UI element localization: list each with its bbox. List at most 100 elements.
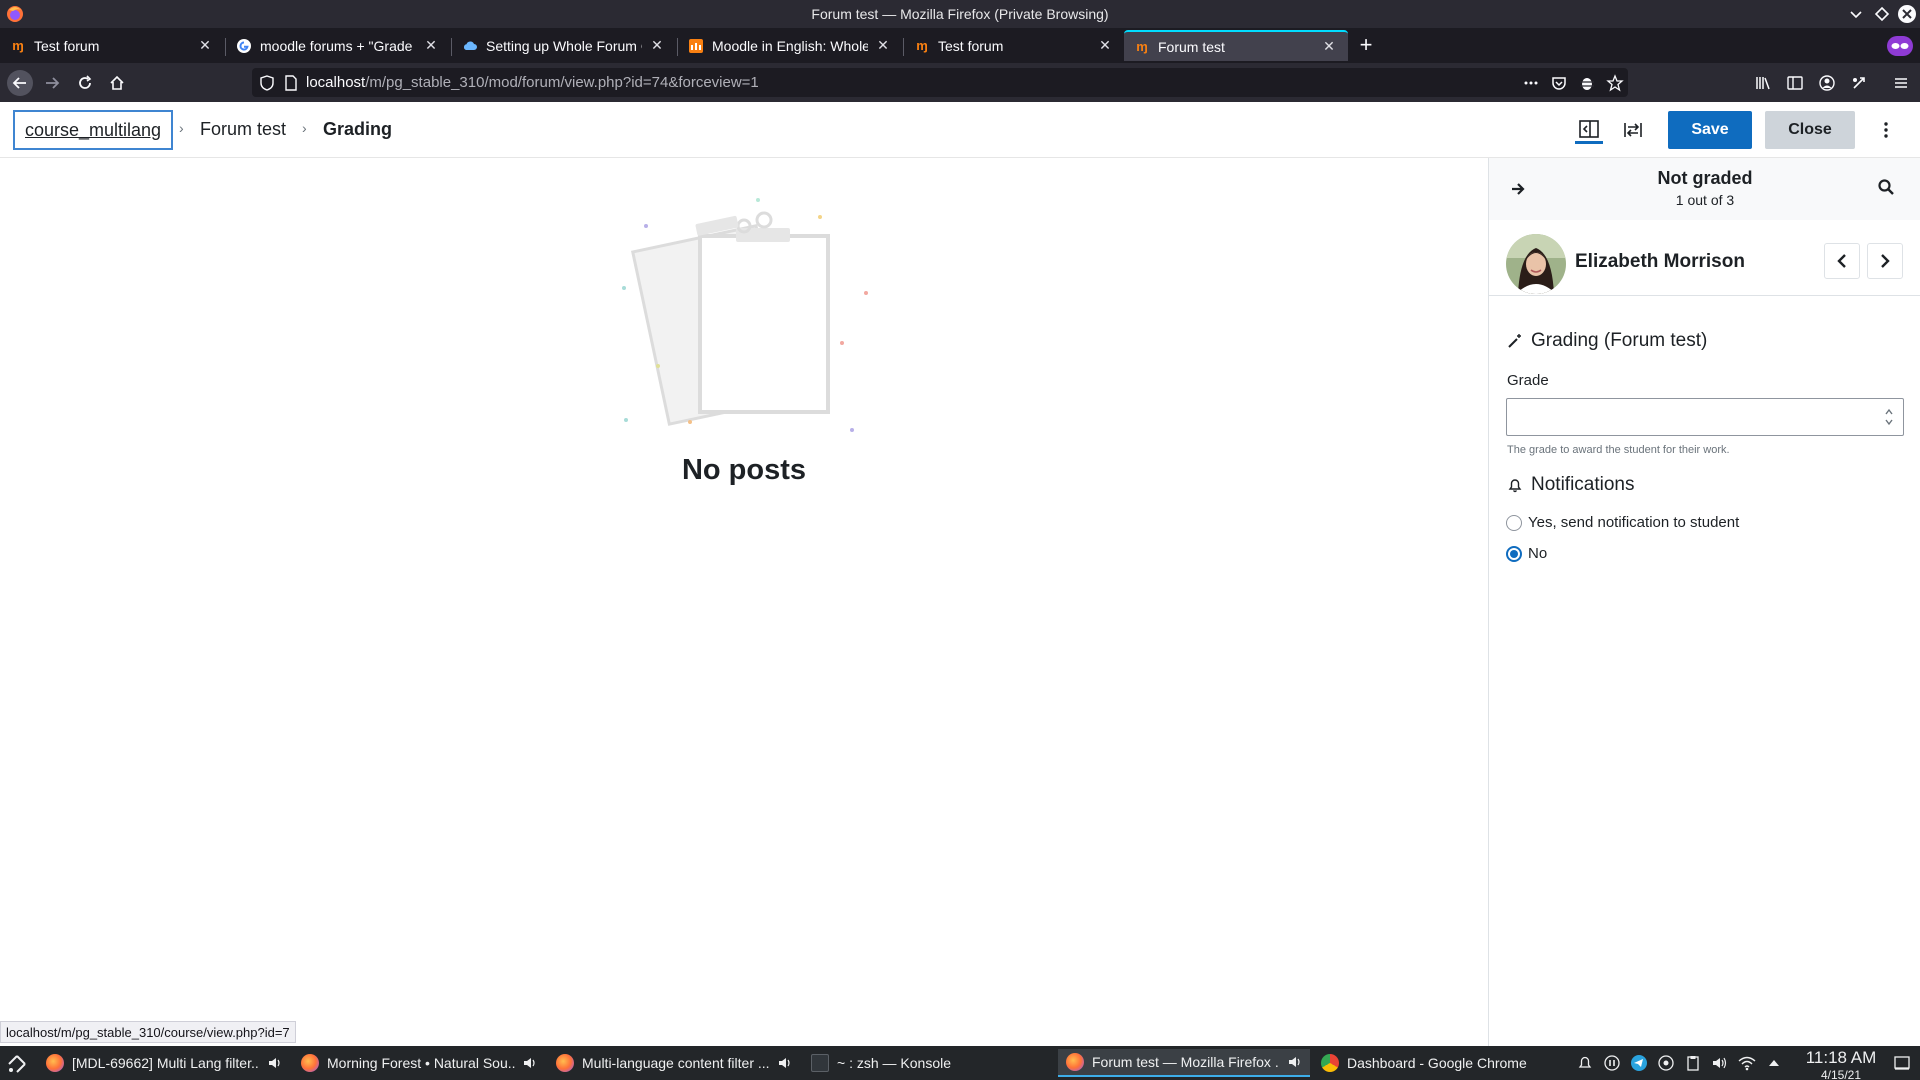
- tab-close-icon[interactable]: ✕: [422, 37, 440, 55]
- tab-label: Test forum: [34, 37, 100, 54]
- task-label: [MDL-69662] Multi Lang filter...: [72, 1055, 260, 1071]
- sidebar-toggle-icon[interactable]: [1782, 70, 1808, 96]
- wifi-icon[interactable]: [1738, 1054, 1756, 1072]
- browser-tab[interactable]: ɱ Test forum ✕: [904, 30, 1124, 61]
- task-item[interactable]: Dashboard - Google Chrome: [1313, 1049, 1565, 1077]
- url-bar[interactable]: localhost/m/pg_stable_310/mod/forum/view…: [252, 68, 1628, 97]
- task-label: Multi-language content filter ...: [582, 1055, 770, 1071]
- expand-grader-view-icon[interactable]: [1619, 116, 1647, 144]
- next-user-button[interactable]: [1867, 243, 1903, 279]
- grading-status-bar: Not graded 1 out of 3: [1489, 158, 1920, 220]
- grader-header: course_multilang › Forum test › Grading …: [0, 102, 1920, 158]
- page-info-icon[interactable]: [282, 74, 300, 92]
- tab-strip: ɱ Test forum ✕ moodle forums + "Grade u …: [0, 28, 1920, 63]
- tracking-shield-icon[interactable]: [258, 74, 276, 92]
- browser-tab-active[interactable]: ɱ Forum test ✕: [1124, 30, 1348, 61]
- show-desktop-icon[interactable]: [1893, 1054, 1911, 1072]
- number-stepper-icon[interactable]: [1883, 405, 1895, 429]
- speaker-icon[interactable]: [523, 1056, 537, 1070]
- radio-unchecked[interactable]: [1506, 514, 1522, 531]
- cloud-icon: [462, 38, 478, 54]
- extension-bug-icon[interactable]: [1578, 74, 1596, 92]
- chevron-left-icon: [1837, 254, 1846, 268]
- avatar: [1506, 234, 1566, 294]
- task-item[interactable]: Multi-language content filter ...: [548, 1049, 800, 1077]
- speaker-icon[interactable]: [778, 1056, 792, 1070]
- radio-checked[interactable]: [1506, 545, 1522, 562]
- sync-icon[interactable]: [1657, 1054, 1675, 1072]
- browser-tab[interactable]: Moodle in English: Whole F ✕: [678, 30, 902, 61]
- grading-status: Not graded: [1657, 168, 1753, 188]
- firefox-icon: [1066, 1053, 1084, 1071]
- status-link-preview: localhost/m/pg_stable_310/course/view.ph…: [0, 1021, 296, 1043]
- search-icon[interactable]: [1877, 178, 1899, 200]
- moodle-icon: ɱ: [12, 38, 24, 53]
- volume-icon[interactable]: [1711, 1054, 1729, 1072]
- firefox-icon: [301, 1054, 319, 1072]
- terminal-icon: [811, 1054, 829, 1072]
- collapse-grader-view-icon[interactable]: [1575, 116, 1603, 144]
- navigation-toolbar: localhost/m/pg_stable_310/mod/forum/view…: [0, 63, 1920, 102]
- breadcrumb-forum-link[interactable]: Forum test: [200, 119, 286, 140]
- bookmark-star-icon[interactable]: [1606, 74, 1624, 92]
- app-launcher-icon[interactable]: [6, 1053, 28, 1075]
- user-picker: Elizabeth Morrison: [1489, 220, 1920, 296]
- task-item-active[interactable]: Forum test — Mozilla Firefox ...: [1058, 1049, 1310, 1077]
- tab-close-icon[interactable]: ✕: [874, 37, 892, 55]
- task-label: Dashboard - Google Chrome: [1347, 1055, 1527, 1071]
- window-titlebar: Forum test — Mozilla Firefox (Private Br…: [0, 0, 1920, 28]
- task-item[interactable]: Morning Forest • Natural Sou...: [293, 1049, 545, 1077]
- pocket-icon[interactable]: [1550, 74, 1568, 92]
- grade-input[interactable]: [1506, 398, 1904, 436]
- tab-close-icon[interactable]: ✕: [1320, 38, 1338, 56]
- task-item[interactable]: [MDL-69662] Multi Lang filter...: [38, 1049, 290, 1077]
- firefox-icon: [556, 1054, 574, 1072]
- browser-tab[interactable]: ɱ Test forum ✕: [0, 30, 224, 61]
- grading-title-text: Grading (Forum test): [1531, 330, 1708, 351]
- clipboard-icon[interactable]: [1684, 1054, 1702, 1072]
- save-button[interactable]: Save: [1668, 111, 1752, 149]
- tab-label: Setting up Whole Forum G: [486, 37, 642, 54]
- extensions-icon[interactable]: [1846, 70, 1872, 96]
- notify-yes-radio[interactable]: Yes, send notification to student: [1506, 514, 1739, 531]
- grading-panel: Not graded 1 out of 3 Elizabeth Morrison: [1488, 158, 1920, 1046]
- account-icon[interactable]: [1814, 70, 1840, 96]
- more-actions-icon[interactable]: [1522, 74, 1540, 92]
- notifications-tray-icon[interactable]: [1576, 1054, 1594, 1072]
- breadcrumb-course-link[interactable]: course_multilang: [13, 110, 174, 150]
- user-full-name: Elizabeth Morrison: [1575, 251, 1745, 272]
- reload-icon[interactable]: [72, 70, 98, 96]
- speaker-icon[interactable]: [1288, 1055, 1302, 1069]
- telegram-icon[interactable]: [1630, 1054, 1648, 1072]
- close-button[interactable]: Close: [1765, 111, 1855, 149]
- previous-user-button[interactable]: [1824, 243, 1860, 279]
- hamburger-menu-icon[interactable]: [1888, 70, 1914, 96]
- window-title: Forum test — Mozilla Firefox (Private Br…: [811, 6, 1109, 22]
- radio-label: Yes, send notification to student: [1528, 514, 1740, 531]
- forward-icon[interactable]: [39, 70, 65, 96]
- home-icon[interactable]: [104, 70, 130, 96]
- more-options-icon[interactable]: [1876, 118, 1896, 142]
- maximize-icon[interactable]: [1872, 4, 1892, 24]
- tab-close-icon[interactable]: ✕: [648, 37, 666, 55]
- back-icon[interactable]: [7, 70, 33, 96]
- tray-expand-icon[interactable]: [1765, 1054, 1783, 1072]
- media-pause-icon[interactable]: [1603, 1054, 1621, 1072]
- minimize-icon[interactable]: [1846, 4, 1866, 24]
- tab-close-icon[interactable]: ✕: [196, 37, 214, 55]
- grading-section-title: Grading (Forum test): [1507, 330, 1707, 352]
- magic-wand-icon: [1508, 334, 1521, 348]
- tab-label: Moodle in English: Whole F: [712, 37, 868, 54]
- grade-label: Grade: [1507, 372, 1549, 389]
- browser-tab[interactable]: Setting up Whole Forum G ✕: [452, 30, 676, 61]
- task-item[interactable]: ~ : zsh — Konsole: [803, 1049, 1055, 1077]
- library-icon[interactable]: [1750, 70, 1776, 96]
- close-window-icon[interactable]: [1897, 4, 1917, 24]
- clock[interactable]: 11:18 AM 4/15/21: [1798, 1048, 1884, 1080]
- notifications-section-title: Notifications: [1507, 474, 1635, 496]
- tab-close-icon[interactable]: ✕: [1096, 37, 1114, 55]
- new-tab-icon[interactable]: +: [1354, 34, 1378, 58]
- browser-tab[interactable]: moodle forums + "Grade u ✕: [226, 30, 450, 61]
- notify-no-radio[interactable]: No: [1506, 545, 1547, 562]
- speaker-icon[interactable]: [268, 1056, 282, 1070]
